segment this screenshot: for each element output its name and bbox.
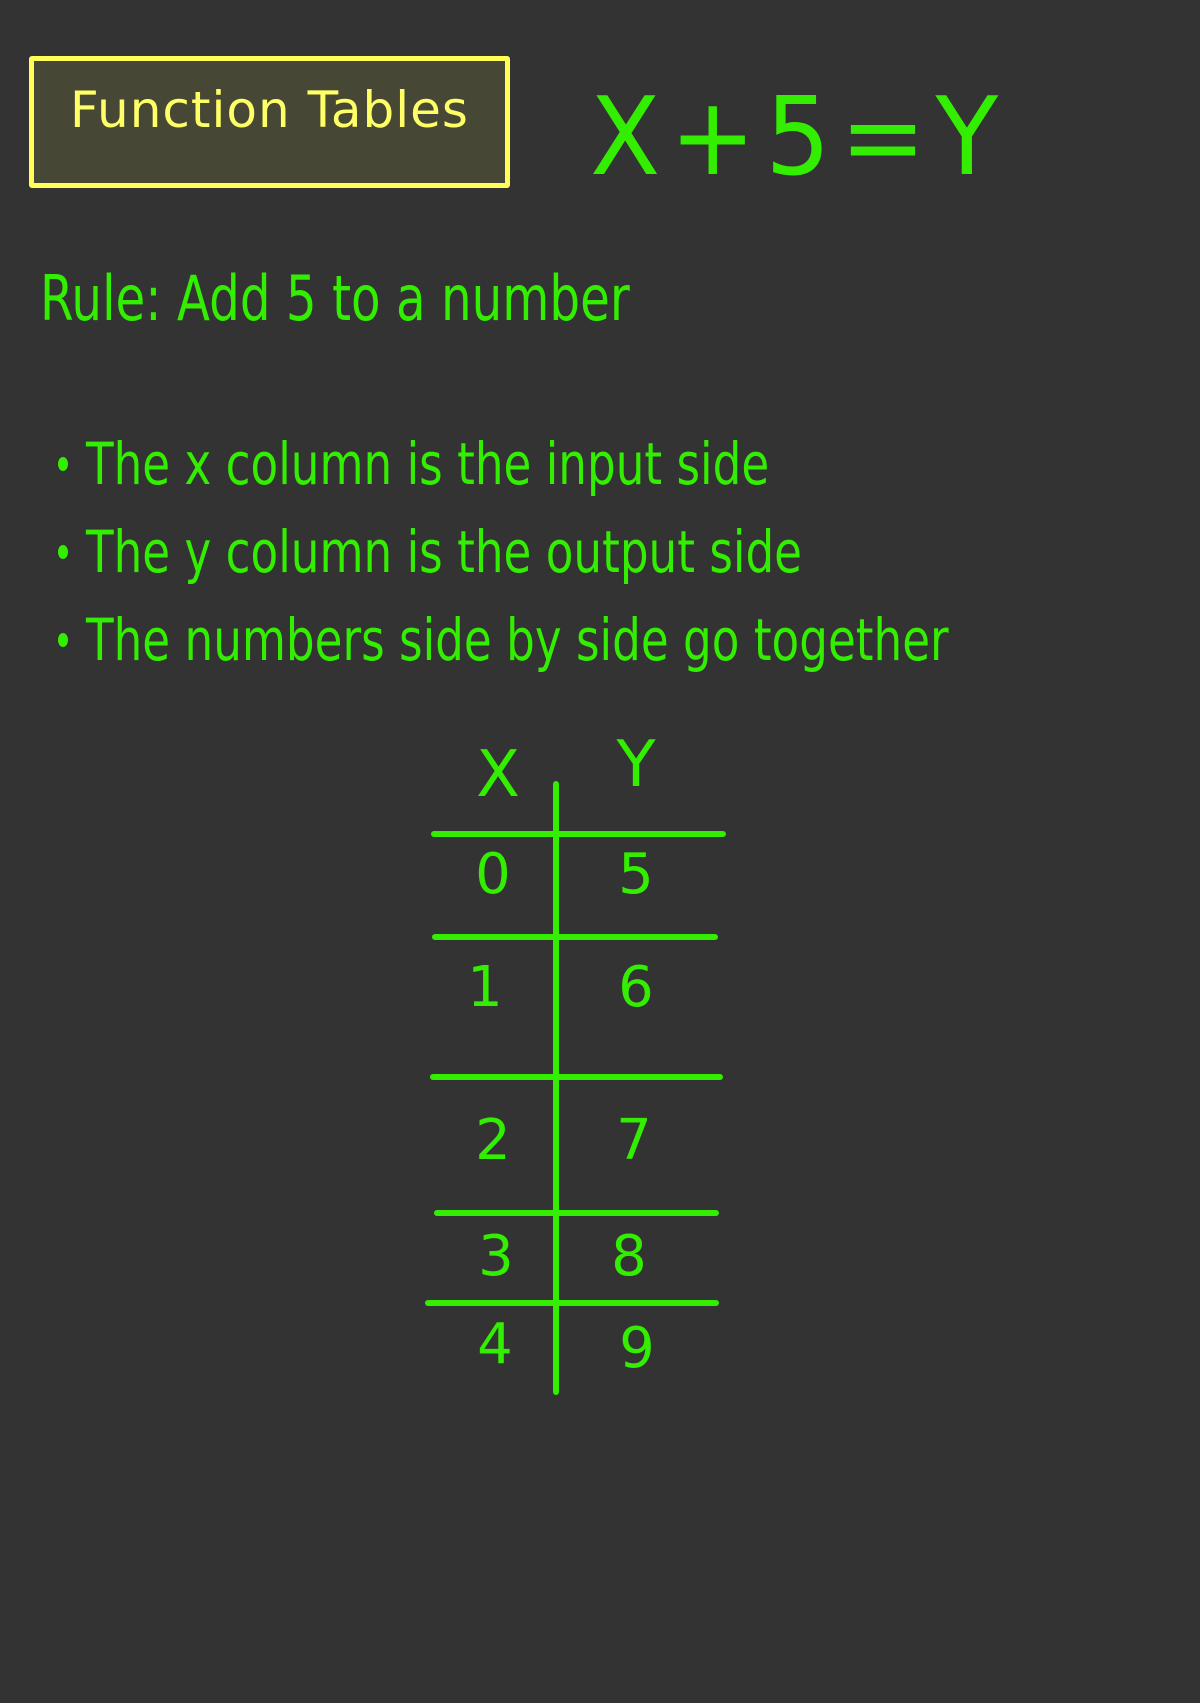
table-cell-x: 0 (475, 842, 511, 907)
table-cell-x: 2 (475, 1108, 511, 1173)
function-table: X Y 0 5 1 6 2 7 3 8 4 9 (0, 0, 1200, 1703)
table-cell-x: 4 (477, 1312, 513, 1377)
bullet-dot-icon (58, 457, 68, 471)
equation: X+5=Y (590, 75, 1008, 200)
table-cell-y: 5 (618, 842, 654, 907)
table-row-rule (432, 934, 718, 940)
table-row-rule (434, 1210, 719, 1216)
title-box: Function Tables (29, 56, 510, 188)
table-cell-y: 8 (611, 1224, 647, 1289)
bullet-item: The x column is the input side (58, 420, 1192, 508)
table-cell-y: 7 (616, 1108, 652, 1173)
rule-statement: Rule: Add 5 to a number (40, 262, 630, 335)
bullet-text: The numbers side by side go together (86, 606, 949, 674)
table-cell-x: 3 (478, 1224, 514, 1289)
table-header-rule (431, 831, 726, 837)
bullet-dot-icon (58, 633, 68, 647)
bullet-list: The x column is the input side The y col… (58, 420, 1192, 684)
bullet-item: The y column is the output side (58, 508, 1192, 596)
table-cell-y: 9 (619, 1316, 655, 1381)
table-cell-y: 6 (618, 955, 654, 1020)
bullet-text: The x column is the input side (86, 430, 770, 498)
column-header-y: Y (616, 728, 656, 802)
table-row-rule (425, 1300, 719, 1306)
bullet-dot-icon (58, 545, 68, 559)
page-title: Function Tables (70, 81, 469, 139)
table-row-rule (430, 1074, 723, 1080)
bullet-item: The numbers side by side go together (58, 596, 1192, 684)
column-header-x: X (476, 738, 520, 812)
table-cell-x: 1 (467, 955, 503, 1020)
bullet-text: The y column is the output side (86, 518, 803, 586)
